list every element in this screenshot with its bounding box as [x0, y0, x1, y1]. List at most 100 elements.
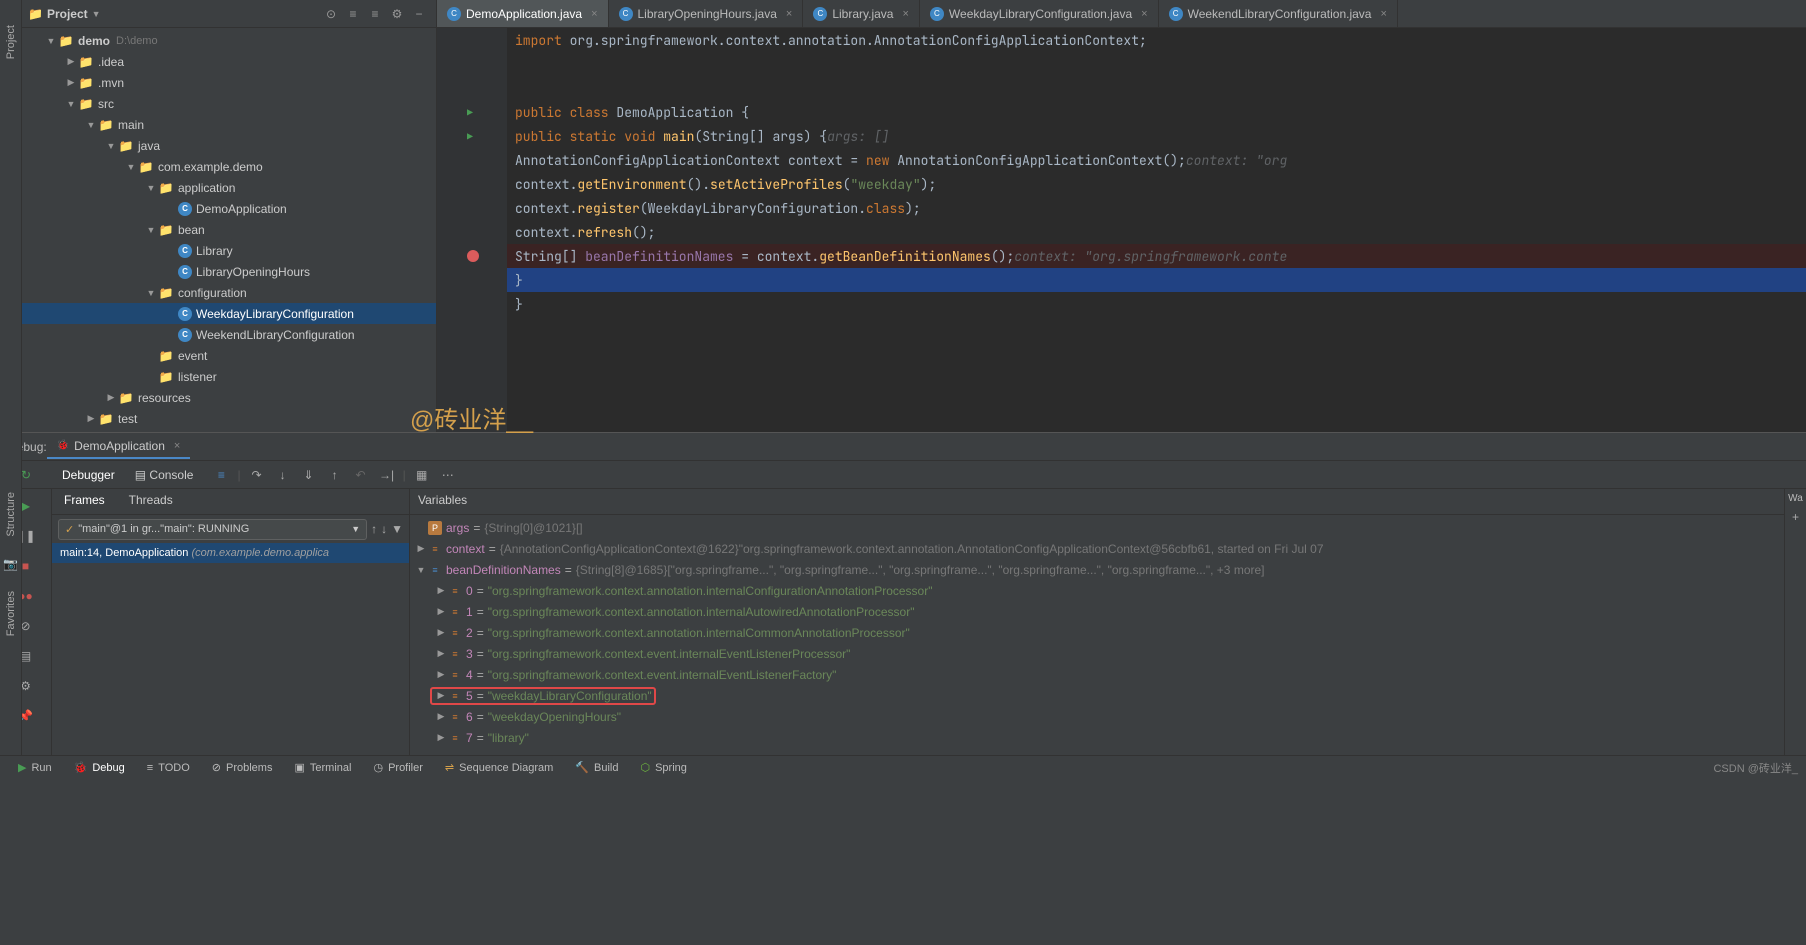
- build-tool[interactable]: 🔨Build: [565, 759, 628, 776]
- run-icon[interactable]: ▶: [467, 130, 473, 143]
- tree-item[interactable]: ▼📁configuration: [22, 282, 436, 303]
- breakpoint-icon[interactable]: [467, 250, 479, 262]
- favorites-tool-button[interactable]: Favorites: [5, 591, 17, 636]
- tree-item[interactable]: ▼📁src: [22, 93, 436, 114]
- tree-item[interactable]: ▼📁com.example.demo: [22, 156, 436, 177]
- profiler-tool[interactable]: ◷Profiler: [363, 759, 432, 776]
- hide-icon[interactable]: −: [408, 7, 430, 21]
- expand-icon[interactable]: ≡: [342, 7, 364, 21]
- close-icon[interactable]: ×: [1141, 8, 1147, 20]
- debug-body: ▶ ❚❚ ■ ●● ⊘ ▤ ⚙ 📌 Frames Threads ✓"main"…: [0, 489, 1806, 755]
- run-tool[interactable]: ▶Run: [8, 759, 62, 776]
- threads-tab[interactable]: Threads: [117, 489, 185, 514]
- step-over-icon[interactable]: ↷: [247, 468, 267, 482]
- variables-tree: Pargs={String[0]@1021} [] ▶≡context={Ann…: [410, 515, 1784, 755]
- todo-tool[interactable]: ≡TODO: [137, 760, 200, 776]
- prev-frame-icon[interactable]: ↑: [371, 522, 377, 536]
- thread-combo[interactable]: ✓"main"@1 in gr..."main": RUNNING▼: [58, 519, 367, 540]
- tree-file-libraryhours[interactable]: CLibraryOpeningHours: [22, 261, 436, 282]
- frame-item[interactable]: main:14, DemoApplication (com.example.de…: [52, 543, 409, 563]
- class-icon: C: [178, 307, 192, 321]
- code-lines[interactable]: import org.springframework.context.annot…: [507, 28, 1806, 432]
- evaluate-icon[interactable]: ▦: [412, 468, 432, 482]
- tab-weekendconfig[interactable]: CWeekendLibraryConfiguration.java×: [1159, 0, 1398, 27]
- next-frame-icon[interactable]: ↓: [381, 522, 387, 536]
- var-array-item-highlighted[interactable]: ▶≡5="weekdayLibraryConfiguration": [410, 685, 1784, 706]
- field-icon: ≡: [448, 647, 462, 661]
- var-array-item[interactable]: ▶≡2="org.springframework.context.annotat…: [410, 622, 1784, 643]
- tree-file-demoapp[interactable]: CDemoApplication: [22, 198, 436, 219]
- add-watch-icon[interactable]: +: [1792, 510, 1799, 524]
- structure-tool-button[interactable]: Structure: [5, 492, 17, 537]
- run-to-cursor-icon[interactable]: →|: [377, 468, 397, 482]
- tree-root[interactable]: ▼📁demoD:\demo: [22, 30, 436, 51]
- tree-item[interactable]: ▼📁java: [22, 135, 436, 156]
- settings-icon[interactable]: ≡: [211, 468, 231, 482]
- run-icon[interactable]: ▶: [467, 106, 473, 119]
- tab-demoapp[interactable]: CDemoApplication.java×: [437, 0, 609, 27]
- sequence-tool[interactable]: ⇌Sequence Diagram: [435, 759, 563, 776]
- problems-tool[interactable]: ⊘Problems: [202, 759, 283, 776]
- terminal-tool[interactable]: ▣Terminal: [284, 759, 361, 776]
- step-out-icon[interactable]: ↑: [325, 468, 345, 482]
- var-array-item[interactable]: ▶≡7="library": [410, 727, 1784, 748]
- filter-icon[interactable]: ▼: [391, 522, 403, 536]
- drop-frame-icon[interactable]: ↶: [351, 468, 371, 482]
- spring-tool[interactable]: ⬡Spring: [630, 759, 696, 776]
- locate-icon[interactable]: ⊙: [320, 7, 342, 21]
- close-icon[interactable]: ×: [174, 440, 180, 452]
- left-tool-rail: Project: [0, 0, 22, 432]
- tree-item[interactable]: ▶📁.idea: [22, 51, 436, 72]
- watches-label[interactable]: Wa: [1788, 493, 1803, 504]
- var-array-item[interactable]: ▶≡3="org.springframework.context.event.i…: [410, 643, 1784, 664]
- field-icon: ≡: [448, 710, 462, 724]
- project-tool-button[interactable]: Project: [3, 15, 19, 69]
- field-icon: ≡: [448, 731, 462, 745]
- sequence-icon: ⇌: [445, 761, 454, 774]
- tree-item[interactable]: ▶📁resources: [22, 387, 436, 408]
- tree-item[interactable]: ▶📁test: [22, 408, 436, 429]
- close-icon[interactable]: ×: [902, 8, 908, 20]
- var-array-item[interactable]: ▶≡4="org.springframework.context.event.i…: [410, 664, 1784, 685]
- tree-item[interactable]: ▼📁main: [22, 114, 436, 135]
- tree-item[interactable]: ▼📁application: [22, 177, 436, 198]
- step-into-icon[interactable]: ↓: [273, 468, 293, 482]
- debug-tool[interactable]: 🐞Debug: [64, 759, 135, 776]
- close-icon[interactable]: ×: [591, 8, 597, 20]
- var-array-item[interactable]: ▶≡6="weekdayOpeningHours": [410, 706, 1784, 727]
- debugger-tab[interactable]: Debugger: [52, 465, 125, 485]
- tab-library[interactable]: CLibrary.java×: [803, 0, 920, 27]
- tree-file-weekdayconfig[interactable]: CWeekdayLibraryConfiguration: [22, 303, 436, 324]
- tree-item[interactable]: 📁listener: [22, 366, 436, 387]
- collapse-icon[interactable]: ≡: [364, 7, 386, 21]
- folder-icon: 📁: [78, 96, 94, 112]
- debug-config-tab[interactable]: 🐞DemoApplication×: [47, 435, 191, 459]
- var-array-item[interactable]: ▶≡0="org.springframework.context.annotat…: [410, 580, 1784, 601]
- tree-item[interactable]: ▶📁.mvn: [22, 72, 436, 93]
- var-row[interactable]: ▶≡context={AnnotationConfigApplicationCo…: [410, 538, 1784, 559]
- gutter[interactable]: ▶ ▶: [437, 28, 507, 432]
- tab-libraryhours[interactable]: CLibraryOpeningHours.java×: [609, 0, 804, 27]
- thread-selector: ✓"main"@1 in gr..."main": RUNNING▼ ↑ ↓ ▼: [52, 515, 409, 543]
- var-row[interactable]: ▼≡beanDefinitionNames={String[8]@1685} […: [410, 559, 1784, 580]
- var-array-item[interactable]: ▶≡1="org.springframework.context.annotat…: [410, 601, 1784, 622]
- param-icon: P: [428, 521, 442, 535]
- trace-icon[interactable]: ⋯: [438, 468, 458, 482]
- var-row[interactable]: Pargs={String[0]@1021} []: [410, 517, 1784, 538]
- close-icon[interactable]: ×: [786, 8, 792, 20]
- code-area[interactable]: ▶ ▶ import org.springframework.context.a…: [437, 28, 1806, 432]
- frames-tab[interactable]: Frames: [52, 489, 117, 514]
- close-icon[interactable]: ×: [1380, 8, 1386, 20]
- dropdown-icon[interactable]: ▼: [92, 9, 101, 19]
- tree-item[interactable]: 📁event: [22, 345, 436, 366]
- tab-weekdayconfig[interactable]: CWeekdayLibraryConfiguration.java×: [920, 0, 1159, 27]
- force-step-icon[interactable]: ⇓: [299, 468, 319, 482]
- tree-item[interactable]: ▼📁bean: [22, 219, 436, 240]
- folder-icon: 📁: [118, 390, 134, 406]
- settings-icon[interactable]: ⚙: [386, 7, 408, 21]
- camera-icon[interactable]: 📷: [3, 557, 18, 571]
- tree-file-library[interactable]: CLibrary: [22, 240, 436, 261]
- far-left-rail: Structure 📷 Favorites: [0, 432, 22, 755]
- console-tab[interactable]: ▤ Console: [125, 465, 204, 485]
- tree-file-weekendconfig[interactable]: CWeekendLibraryConfiguration: [22, 324, 436, 345]
